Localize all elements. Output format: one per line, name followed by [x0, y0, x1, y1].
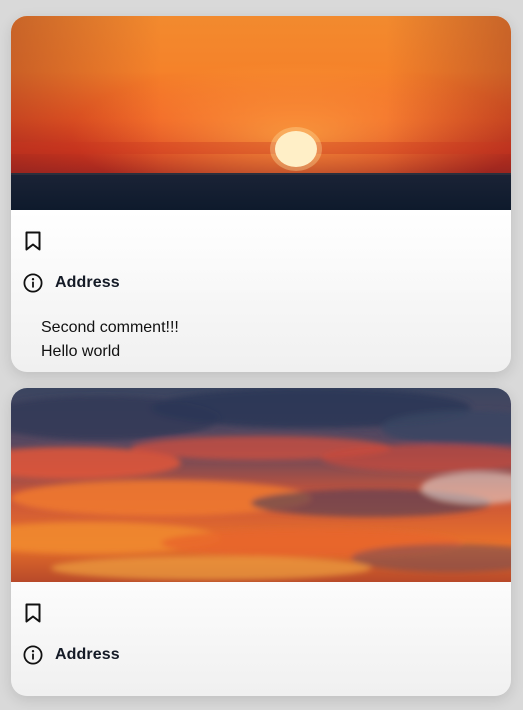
comment-text: Hello world — [41, 343, 121, 360]
post-card: Address Second comment!!! Hello world — [11, 16, 511, 372]
address-row: Address — [23, 272, 120, 294]
address-label: Address — [55, 646, 120, 663]
info-icon — [23, 645, 43, 665]
comment-text: Second comment!!! — [41, 319, 179, 336]
post-card: Address — [11, 388, 511, 696]
post-image — [11, 16, 511, 210]
bookmark-icon[interactable] — [23, 230, 43, 252]
post-feed: Address Second comment!!! Hello world Ad… — [11, 16, 511, 696]
address-row: Address — [23, 644, 120, 666]
post-image — [11, 388, 511, 582]
bookmark-icon[interactable] — [23, 602, 43, 624]
comment-list: Second comment!!! Hello world — [41, 316, 179, 364]
info-icon — [23, 273, 43, 293]
address-label: Address — [55, 274, 120, 291]
